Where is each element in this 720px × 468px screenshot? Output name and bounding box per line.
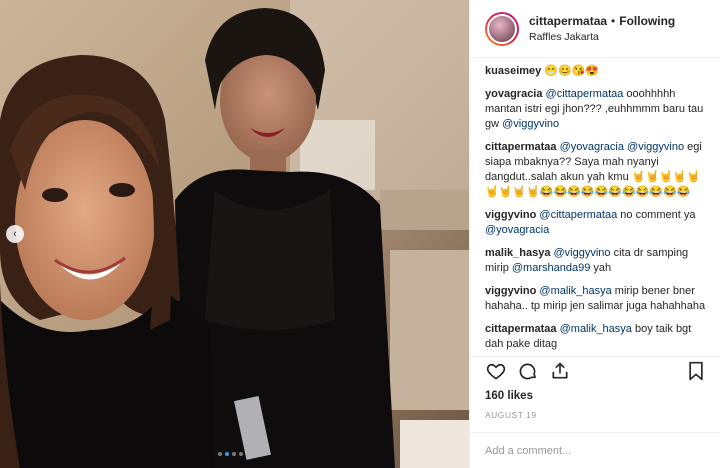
- post-header: cittapermataa • Following Raffles Jakart…: [470, 0, 720, 58]
- comment-button[interactable]: [517, 360, 539, 382]
- comment-mention-link[interactable]: @yovagracia: [485, 224, 549, 236]
- comment-mention-link[interactable]: @viggyvino: [554, 247, 611, 259]
- location-link[interactable]: Raffles Jakarta: [529, 31, 675, 43]
- post-photo[interactable]: ‹: [0, 0, 469, 468]
- comment-item: cittapermataa @malik_hasya boy taik bgt …: [485, 322, 708, 352]
- comment-username[interactable]: kuaseimey: [485, 65, 541, 77]
- comment-username[interactable]: cittapermataa: [485, 141, 557, 153]
- add-comment-input[interactable]: [485, 444, 705, 457]
- comment-item: cittapermataa @yovagracia @viggyvino egi…: [485, 140, 708, 200]
- comment-username[interactable]: viggyvino: [485, 285, 536, 297]
- comment-item: kuaseimey 😁😊😘😍: [485, 64, 708, 79]
- comment-text: no comment ya: [617, 209, 696, 221]
- header-separator: •: [611, 14, 616, 28]
- carousel-dot: [239, 452, 243, 456]
- comment-mention-link[interactable]: @cittapermataa: [546, 88, 624, 100]
- post-date: AUGUST 19: [485, 410, 537, 420]
- comment-icon: [519, 363, 536, 379]
- comments-list: kuaseimey 😁😊😘😍 yovagracia @cittapermataa …: [470, 58, 720, 356]
- likes-count[interactable]: 160 likes: [470, 384, 720, 402]
- avatar[interactable]: [485, 11, 519, 46]
- comment-text: yah: [590, 262, 612, 274]
- header-username[interactable]: cittapermataa: [529, 14, 607, 28]
- photo-image: [0, 0, 469, 468]
- comment-mention-link[interactable]: @cittapermataa: [539, 209, 617, 221]
- chevron-left-icon: ‹: [13, 228, 17, 240]
- comment-mention-link[interactable]: @viggyvino: [502, 118, 559, 130]
- comment-mention-link[interactable]: @yovagracia: [560, 141, 624, 153]
- share-button[interactable]: [549, 360, 571, 382]
- instagram-post: ‹ cittapermataa • Following Raffles Jaka…: [0, 0, 720, 468]
- share-icon: [552, 361, 568, 378]
- like-button[interactable]: [485, 360, 507, 382]
- comment-item: viggyvino @malik_hasya mirip bener bner …: [485, 284, 708, 314]
- comment-username[interactable]: cittapermataa: [485, 323, 557, 335]
- comment-item: yovagracia @cittapermataa ooohhhhh manta…: [485, 87, 708, 132]
- comment-username[interactable]: yovagracia: [485, 88, 542, 100]
- comment-mention-link[interactable]: @marshanda99: [512, 262, 590, 274]
- comment-text: 😁😊😘😍: [544, 65, 600, 77]
- action-bar: [470, 356, 720, 384]
- comment-mention-link[interactable]: @malik_hasya: [560, 323, 632, 335]
- comment-mention-link[interactable]: @viggyvino: [627, 141, 684, 153]
- add-comment-bar: [470, 432, 720, 468]
- bookmark-icon: [689, 361, 703, 380]
- comment-item: malik_hasya @viggyvino cita dr samping m…: [485, 246, 708, 276]
- carousel-dots: [218, 452, 243, 456]
- heart-icon: [486, 363, 506, 379]
- following-button[interactable]: Following: [619, 14, 675, 28]
- comment-username[interactable]: viggyvino: [485, 209, 536, 221]
- carousel-dot: [232, 452, 236, 456]
- save-button[interactable]: [685, 360, 707, 382]
- carousel-prev-button[interactable]: ‹: [6, 225, 24, 243]
- carousel-dot: [218, 452, 222, 456]
- comment-mention-link[interactable]: @malik_hasya: [539, 285, 611, 297]
- comment-item: viggyvino @cittapermataa no comment ya @…: [485, 208, 708, 238]
- carousel-dot-active: [225, 452, 229, 456]
- post-sidebar: cittapermataa • Following Raffles Jakart…: [469, 0, 720, 468]
- comment-username[interactable]: malik_hasya: [485, 247, 550, 259]
